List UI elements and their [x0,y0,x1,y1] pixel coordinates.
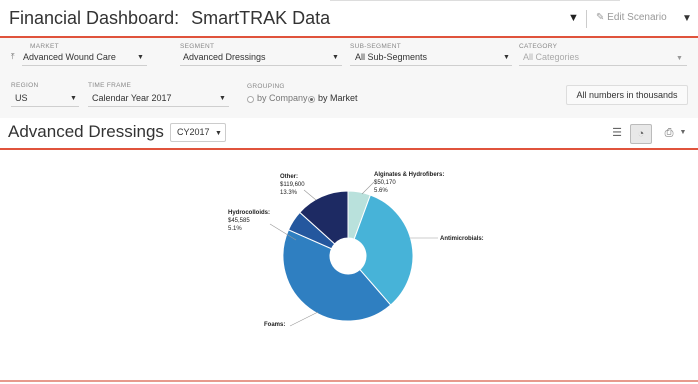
pie-chart-view-icon[interactable]: ◔ [630,124,652,144]
chart-area: Alginates & Hydrofibers: $50,170 5.6% Antim… [0,152,698,382]
region-value: US [15,93,28,103]
title-dropdown-caret-icon[interactable]: ▼ [568,12,579,24]
sub-segment-caret-icon: ▼ [503,54,510,61]
leader-line [361,181,375,195]
top-edge-strip [330,0,620,1]
slice-label: Other: [280,174,298,180]
time-frame-value: Calendar Year 2017 [92,93,172,103]
print-icon[interactable]: ⎙ [662,124,676,142]
grouping-by-company-radio[interactable] [247,96,254,103]
table-view-icon[interactable]: ☰ [608,124,626,142]
time-frame-caret-icon: ▼ [219,95,226,102]
category-caret-icon: ▼ [676,55,683,62]
section-title: Advanced Dressings [8,122,164,141]
edit-scenario-label: Edit Scenario [607,12,667,23]
region-caret-icon: ▼ [70,95,77,102]
edit-scenario-caret-icon[interactable]: ▼ [682,13,692,24]
grouping-label: GROUPING [247,83,285,90]
segment-value: Advanced Dressings [183,52,266,62]
sub-segment-underline [350,65,512,66]
page-title: Financial Dashboard: SmartTRAK Data [9,8,330,29]
slice-percent: 5.1% [228,226,242,232]
grouping-by-market-radio[interactable] [308,96,315,103]
slice-label: Antimicrobials: [440,236,484,242]
top-bar: Financial Dashboard: SmartTRAK Data ▼ ✎ E… [0,0,698,38]
pencil-icon: ✎ [596,12,608,23]
category-label: CATEGORY [519,43,558,50]
region-label: REGION [11,82,39,89]
edit-scenario-button[interactable]: ✎ Edit Scenario [596,12,667,23]
donut-hole [330,238,366,274]
sub-segment-value: All Sub-Segments [355,52,428,62]
leader-line [303,189,317,201]
donut-slices [282,190,414,322]
grouping-by-market-label[interactable]: by Market [318,93,358,103]
market-value: Advanced Wound Care [23,52,116,62]
segment-caret-icon: ▼ [332,54,339,61]
section-header: Advanced Dressings CY2017 ▼ ☰ ◔ ⎙ ▼ [0,118,698,150]
slice-percent: 13.3% [280,190,298,196]
dashboard-subtitle: SmartTRAK Data [191,8,331,28]
pin-icon[interactable]: ⤒ [11,52,15,62]
slice-percent: 5.6% [374,188,388,194]
grouping-by-company-label[interactable]: by Company [257,93,308,103]
slice-value: $50,170 [374,180,396,186]
year-caret-icon: ▼ [215,130,222,137]
time-frame-label: TIME FRAME [88,82,132,89]
slice-label: Hydrocolloids: [228,210,270,216]
filter-panel: MARKET ⤒ Advanced Wound Care ▼ SEGMENT A… [0,38,698,118]
segment-underline [180,65,342,66]
market-caret-icon: ▼ [137,54,144,61]
year-value: CY2017 [177,127,210,137]
time-frame-underline [88,106,229,107]
dashboard-title: Financial Dashboard: [9,8,180,28]
numbers-in-thousands-badge: All numbers in thousands [566,85,688,105]
market-label: MARKET [30,43,59,50]
category-underline [519,65,687,66]
market-underline [22,65,147,66]
print-caret-icon[interactable]: ▼ [678,124,688,142]
slice-value: $45,585 [228,218,250,224]
category-value: All Categories [523,52,580,62]
slice-label: Alginates & Hydrofibers: [374,172,444,178]
bottom-divider [0,380,698,382]
region-underline [11,106,79,107]
slice-value: $119,600 [280,182,305,188]
leader-line [289,311,319,327]
year-dropdown[interactable]: CY2017 ▼ [170,123,226,142]
segment-label: SEGMENT [180,43,215,50]
slice-label: Foams: [264,322,285,328]
donut-chart: Alginates & Hydrofibers: $50,170 5.6% Antim… [228,172,484,328]
sub-segment-label: SUB-SEGMENT [350,43,401,50]
toolbar-divider [586,10,587,28]
